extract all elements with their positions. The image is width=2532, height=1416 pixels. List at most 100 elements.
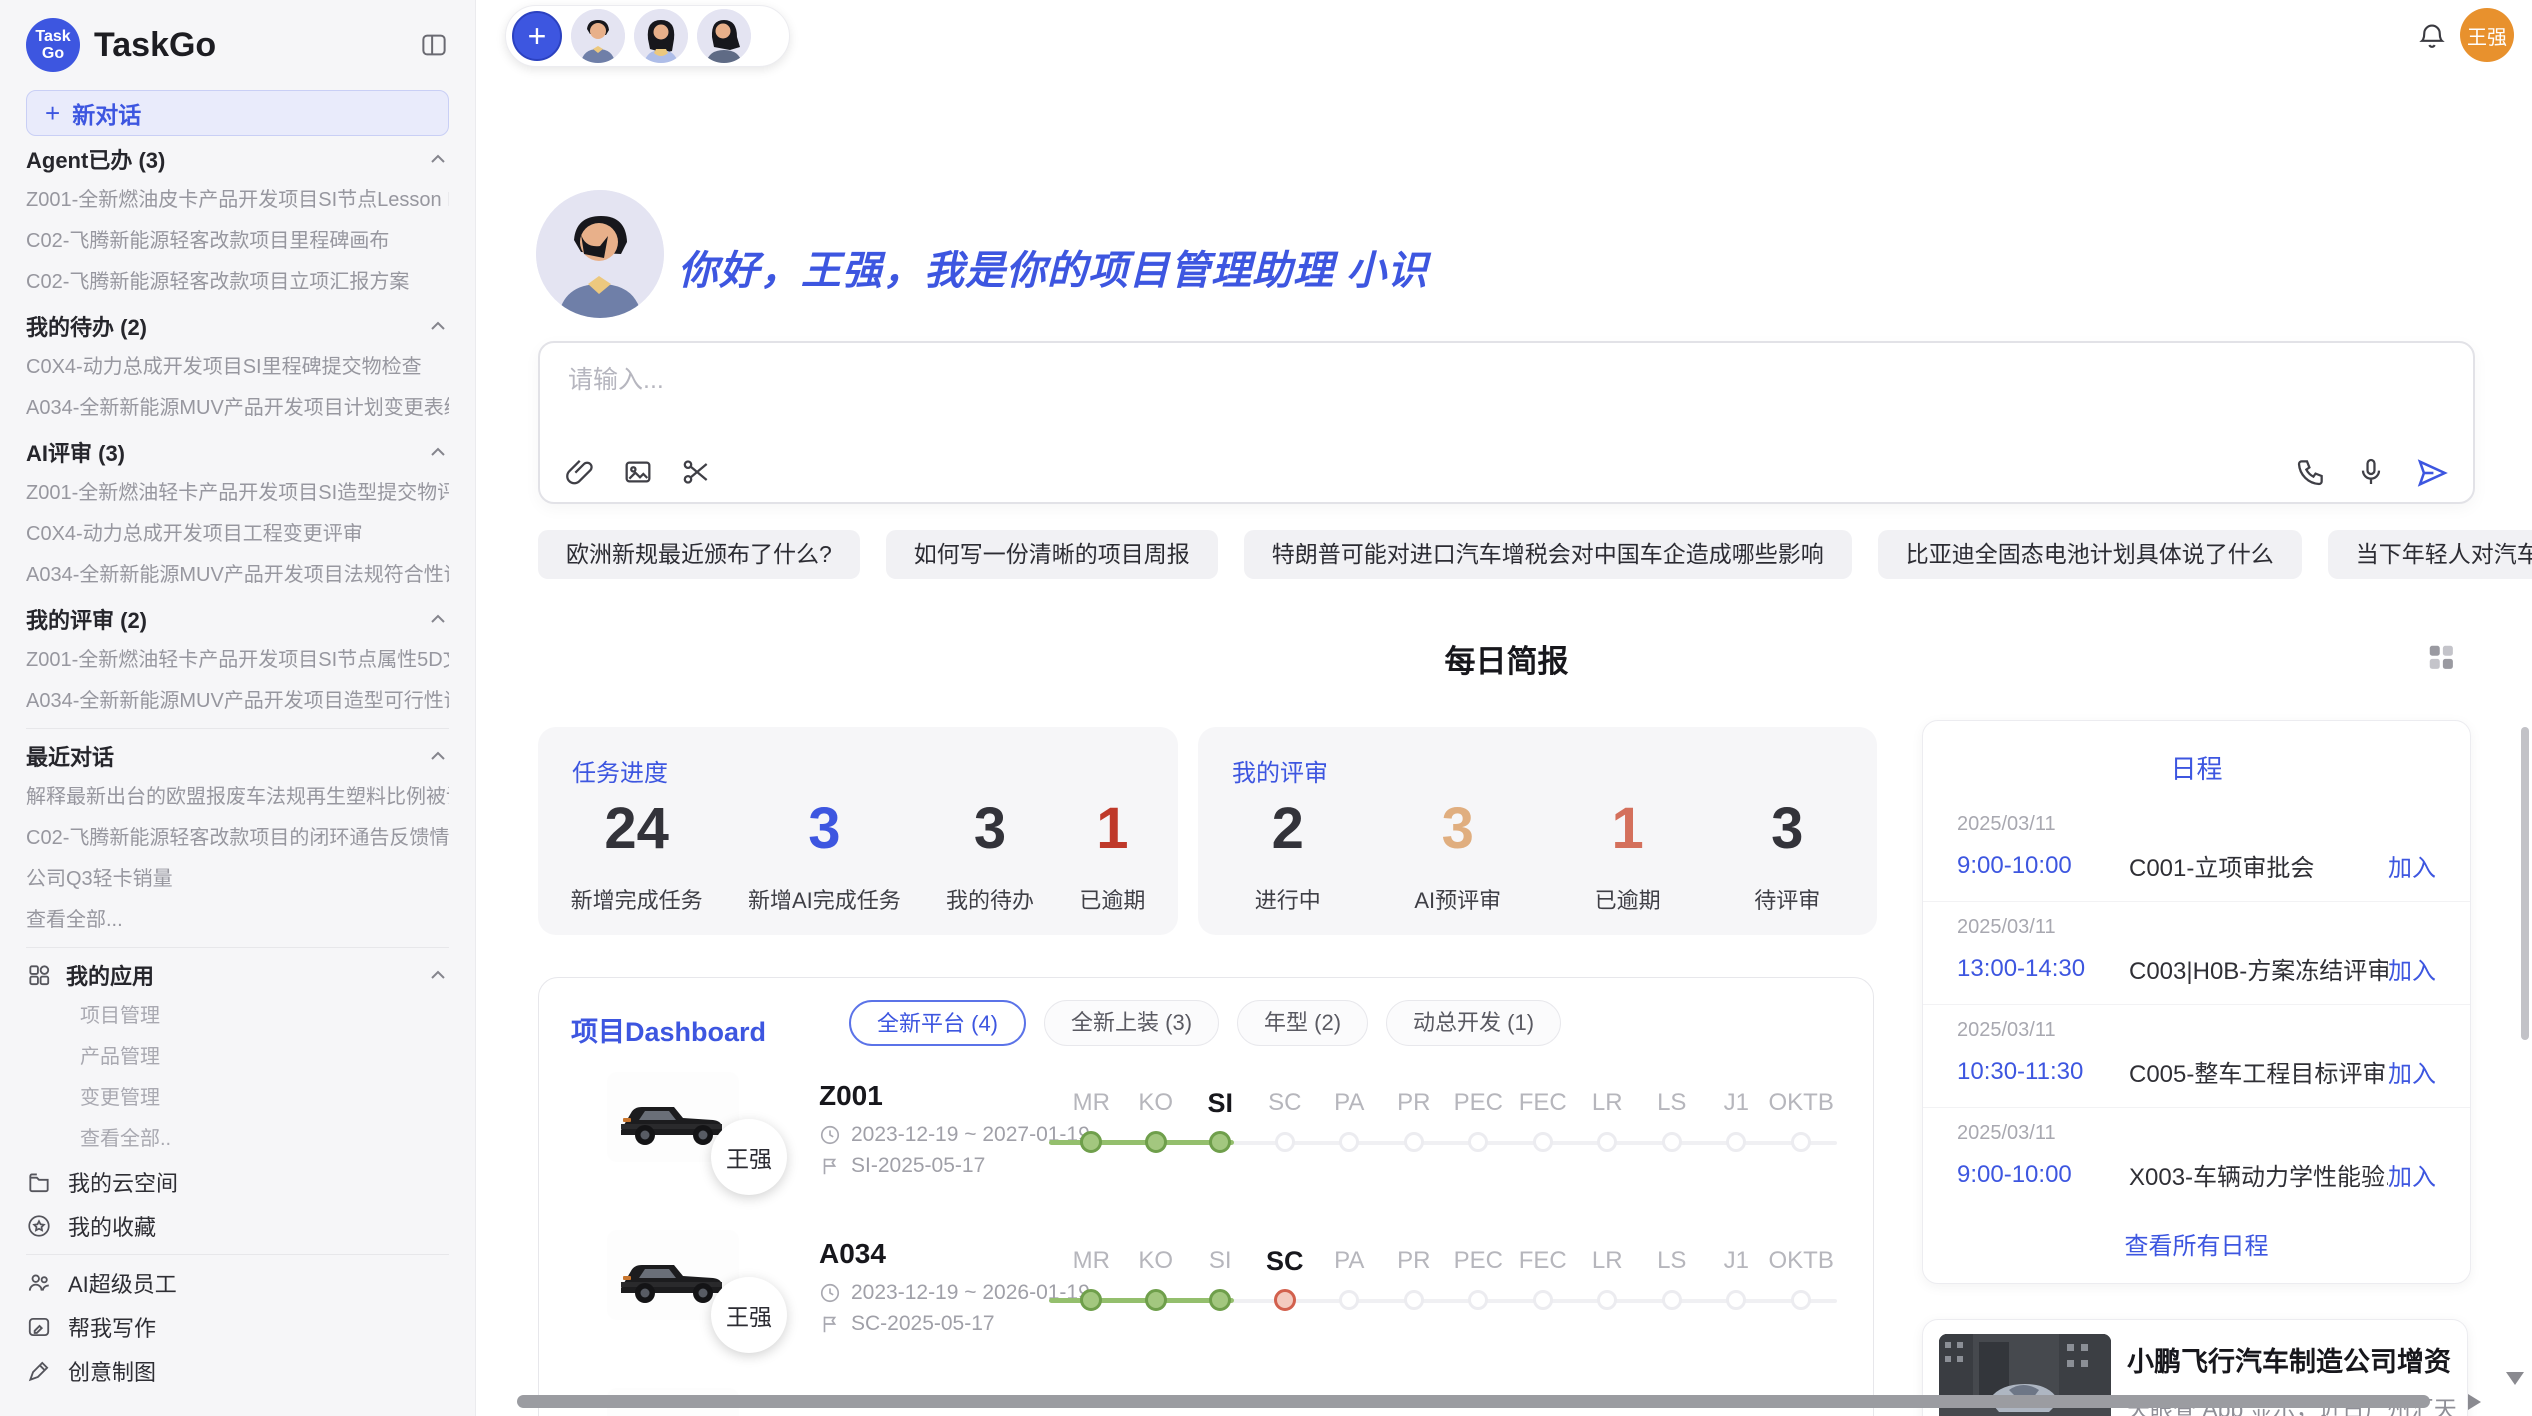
- sidebar-group-agent-done[interactable]: Agent已办 (3): [26, 138, 449, 180]
- owner-name: 王强: [726, 1140, 772, 1174]
- sidebar-item[interactable]: A034-全新新能源MUV产品开发项目法规符合性评审: [26, 555, 449, 596]
- sidebar-item-view-all[interactable]: 查看全部...: [26, 900, 449, 941]
- sidebar-item[interactable]: Z001-全新燃油轻卡产品开发项目SI节点属性5D文件评审: [26, 640, 449, 681]
- agent-avatar-2[interactable]: [634, 9, 688, 63]
- sidebar-item[interactable]: Z001-全新燃油皮卡产品开发项目SI节点Lesson Learn报告: [26, 180, 449, 221]
- scissors-icon[interactable]: [680, 456, 712, 488]
- suggestion-chip[interactable]: 比亚迪全固态电池计划具体说了什么: [1878, 530, 2302, 579]
- chevron-up-icon[interactable]: [427, 441, 449, 463]
- stat-label: 新增完成任务: [571, 883, 703, 915]
- sidebar-item[interactable]: C02-飞腾新能源轻客改款项目的闭环通告反馈情况: [26, 818, 449, 859]
- pen-icon: [26, 1358, 52, 1384]
- sidebar-item[interactable]: 解释最新出台的欧盟报废车法规再生塑料比例被调至15%...: [26, 777, 449, 818]
- sidebar-item[interactable]: Z001-全新燃油轻卡产品开发项目SI造型提交物评审: [26, 473, 449, 514]
- schedule-name: C005-整车工程目标评审: [2129, 1054, 2388, 1089]
- suggestion-chip[interactable]: 如何写一份清晰的项目周报: [886, 530, 1218, 579]
- schedule-date: 2025/03/11: [1957, 1019, 2436, 1042]
- sidebar-item-creative-drawing[interactable]: 创意制图: [26, 1349, 449, 1393]
- user-avatar[interactable]: 王强: [2460, 8, 2514, 62]
- schedule-name: C001-立项审批会: [2129, 848, 2388, 883]
- chat-input[interactable]: [566, 365, 2170, 396]
- stat: 3待评审: [1754, 799, 1820, 915]
- flag-icon: [819, 1155, 841, 1177]
- stat-label: AI预评审: [1414, 883, 1501, 915]
- agent-avatar-1[interactable]: [571, 9, 625, 63]
- add-agent-button[interactable]: +: [512, 11, 562, 61]
- project-flag: SC-2025-05-17: [819, 1312, 995, 1336]
- schedule-time: 10:30-11:30: [1957, 1058, 2129, 1086]
- chevron-up-icon[interactable]: [427, 608, 449, 630]
- milestone-label: FEC: [1511, 1088, 1576, 1118]
- join-link[interactable]: 加入: [2388, 848, 2436, 883]
- tab-new-bodywork[interactable]: 全新上装 (3): [1044, 1000, 1219, 1046]
- sidebar-item-cloud-space[interactable]: 我的云空间: [26, 1160, 449, 1204]
- milestone-label: MR: [1059, 1088, 1124, 1118]
- paperclip-icon[interactable]: [564, 456, 596, 488]
- card-title: 我的评审: [1232, 753, 1328, 788]
- sidebar-group-my-todo[interactable]: 我的待办 (2): [26, 305, 449, 347]
- join-link[interactable]: 加入: [2388, 1157, 2436, 1192]
- chevron-up-icon[interactable]: [427, 745, 449, 767]
- join-link[interactable]: 加入: [2388, 951, 2436, 986]
- agent-avatar-3[interactable]: [697, 9, 751, 63]
- chevron-up-icon[interactable]: [427, 148, 449, 170]
- milestone-strip: MR KO SI SC PA PR PEC FEC LR LS J1 OKTB: [1059, 1246, 1841, 1324]
- milestone-dot: [1145, 1131, 1167, 1153]
- panel-collapse-icon[interactable]: [419, 30, 449, 60]
- sidebar-app-item[interactable]: 变更管理: [26, 1078, 449, 1119]
- sidebar-item-help-write[interactable]: 帮我写作: [26, 1305, 449, 1349]
- schedule-item: 2025/03/11 13:00-14:30 C003|H0B-方案冻结评审 加…: [1923, 902, 2470, 1005]
- view-all-schedule-link[interactable]: 查看所有日程: [1923, 1226, 2470, 1261]
- scroll-down-arrow-icon[interactable]: [2506, 1372, 2524, 1385]
- suggestion-chip[interactable]: 特朗普可能对进口汽车增税会对中国车企造成哪些影响: [1244, 530, 1852, 579]
- milestone-strip: MR KO SI SC PA PR PEC FEC LR LS J1 OKTB: [1059, 1088, 1841, 1166]
- horizontal-scrollbar[interactable]: [517, 1395, 2430, 1408]
- sidebar-item[interactable]: C0X4-动力总成开发项目SI里程碑提交物检查: [26, 347, 449, 388]
- sidebar-group-my-apps[interactable]: 我的应用: [26, 954, 449, 996]
- people-icon: [26, 1270, 52, 1296]
- scroll-right-arrow-icon[interactable]: [2468, 1394, 2481, 1410]
- brand-row: Task Go TaskGo: [26, 14, 449, 76]
- sidebar-group-recent-chats[interactable]: 最近对话: [26, 735, 449, 777]
- tab-model-year[interactable]: 年型 (2): [1237, 1000, 1368, 1046]
- sidebar-item[interactable]: C02-飞腾新能源轻客改款项目立项汇报方案: [26, 262, 449, 303]
- tab-new-platform[interactable]: 全新平台 (4): [849, 1000, 1026, 1046]
- chevron-up-icon[interactable]: [427, 315, 449, 337]
- sidebar-group-my-review[interactable]: 我的评审 (2): [26, 598, 449, 640]
- sidebar-item-ai-super-staff[interactable]: AI超级员工: [26, 1261, 449, 1305]
- stat-label: 待评审: [1754, 883, 1820, 915]
- new-chat-button[interactable]: + 新对话: [26, 90, 449, 136]
- milestone-dot: [1275, 1132, 1295, 1152]
- sidebar-item[interactable]: C02-飞腾新能源轻客改款项目里程碑画布: [26, 221, 449, 262]
- suggestion-chip[interactable]: 当下年轻人对汽车外观有怎样的喜好趋势: [2328, 530, 2532, 579]
- stat: 1已逾期: [1079, 799, 1145, 915]
- sidebar-app-view-all[interactable]: 查看全部..: [26, 1119, 449, 1160]
- milestone-dot: [1597, 1132, 1617, 1152]
- phone-icon[interactable]: [2295, 456, 2327, 488]
- sidebar-item[interactable]: A034-全新新能源MUV产品开发项目计划变更表编写: [26, 388, 449, 429]
- sidebar-group-ai-review[interactable]: AI评审 (3): [26, 431, 449, 473]
- sidebar-item[interactable]: A034-全新新能源MUV产品开发项目造型可行性评审: [26, 681, 449, 722]
- milestone-dot: [1533, 1132, 1553, 1152]
- stats-row: 2进行中 3AI预评审 1已逾期 3待评审: [1208, 799, 1867, 915]
- bell-icon[interactable]: [2416, 20, 2448, 52]
- suggestion-chip[interactable]: 欧洲新规最近颁布了什么?: [538, 530, 860, 579]
- tab-powertrain[interactable]: 动总开发 (1): [1386, 1000, 1561, 1046]
- vertical-scrollbar[interactable]: [2521, 727, 2529, 1040]
- sidebar-item-favorites[interactable]: 我的收藏: [26, 1204, 449, 1248]
- join-link[interactable]: 加入: [2388, 1054, 2436, 1089]
- apps-grid-icon: [26, 962, 52, 988]
- sidebar-item[interactable]: 公司Q3轻卡销量: [26, 859, 449, 900]
- sidebar-app-item[interactable]: 项目管理: [26, 996, 449, 1037]
- sidebar-item[interactable]: C0X4-动力总成开发项目工程变更评审: [26, 514, 449, 555]
- microphone-icon[interactable]: [2355, 456, 2387, 488]
- layout-grid-icon[interactable]: [2426, 642, 2456, 672]
- milestone-label: PEC: [1446, 1246, 1511, 1276]
- image-icon[interactable]: [622, 456, 654, 488]
- send-icon[interactable]: [2415, 456, 2447, 488]
- chevron-up-icon[interactable]: [427, 964, 449, 986]
- sidebar-app-item[interactable]: 产品管理: [26, 1037, 449, 1078]
- schedule-title: 日程: [1923, 749, 2470, 786]
- milestone-label: OKTB: [1769, 1246, 1834, 1276]
- schedule-time: 9:00-10:00: [1957, 852, 2129, 880]
